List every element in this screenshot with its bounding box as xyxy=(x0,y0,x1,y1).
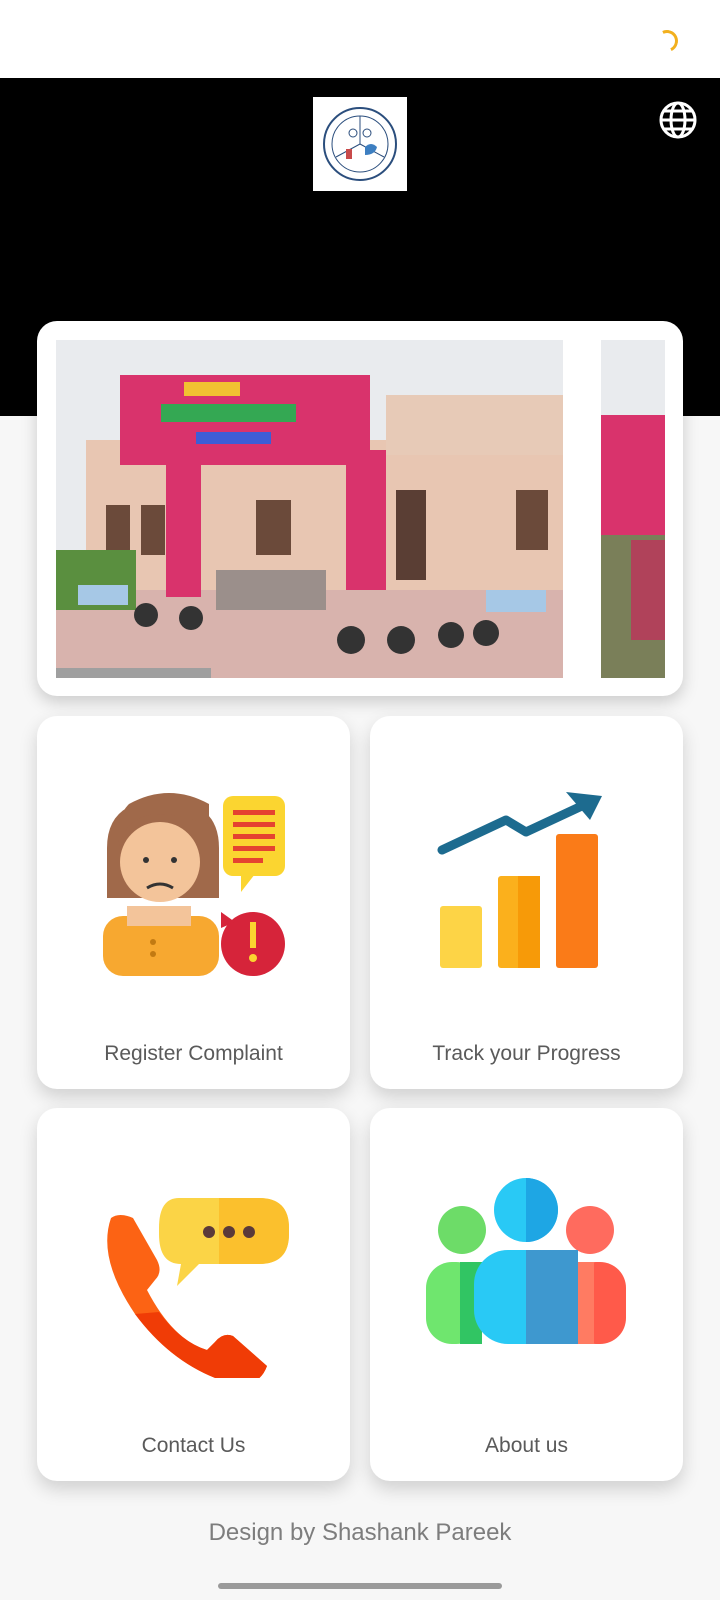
designer-credit: Design by Shashank Pareek xyxy=(208,1519,512,1546)
globe-icon[interactable] xyxy=(658,100,698,140)
growth-chart-icon xyxy=(437,792,602,968)
about-us-label: About us xyxy=(485,1434,568,1457)
people-group-icon xyxy=(426,1178,626,1344)
status-bar xyxy=(0,0,720,78)
contact-us-tile[interactable]: Contact Us xyxy=(37,1108,350,1481)
image-carousel[interactable] xyxy=(37,321,683,696)
office-building-photo-partial[interactable] xyxy=(601,340,665,678)
phone-chat-icon xyxy=(107,1198,289,1378)
register-complaint-label: Register Complaint xyxy=(104,1042,283,1065)
gesture-home-bar[interactable] xyxy=(218,1583,502,1589)
office-building-photo[interactable] xyxy=(56,340,563,678)
complaint-person-icon xyxy=(103,793,285,976)
track-progress-tile[interactable]: Track your Progress xyxy=(370,716,683,1089)
municipal-logo xyxy=(313,97,407,191)
track-progress-label: Track your Progress xyxy=(432,1042,621,1065)
contact-us-label: Contact Us xyxy=(141,1434,246,1457)
loading-spinner-icon xyxy=(652,26,682,56)
about-us-tile[interactable]: About us xyxy=(370,1108,683,1481)
register-complaint-tile[interactable]: Register Complaint xyxy=(37,716,350,1089)
